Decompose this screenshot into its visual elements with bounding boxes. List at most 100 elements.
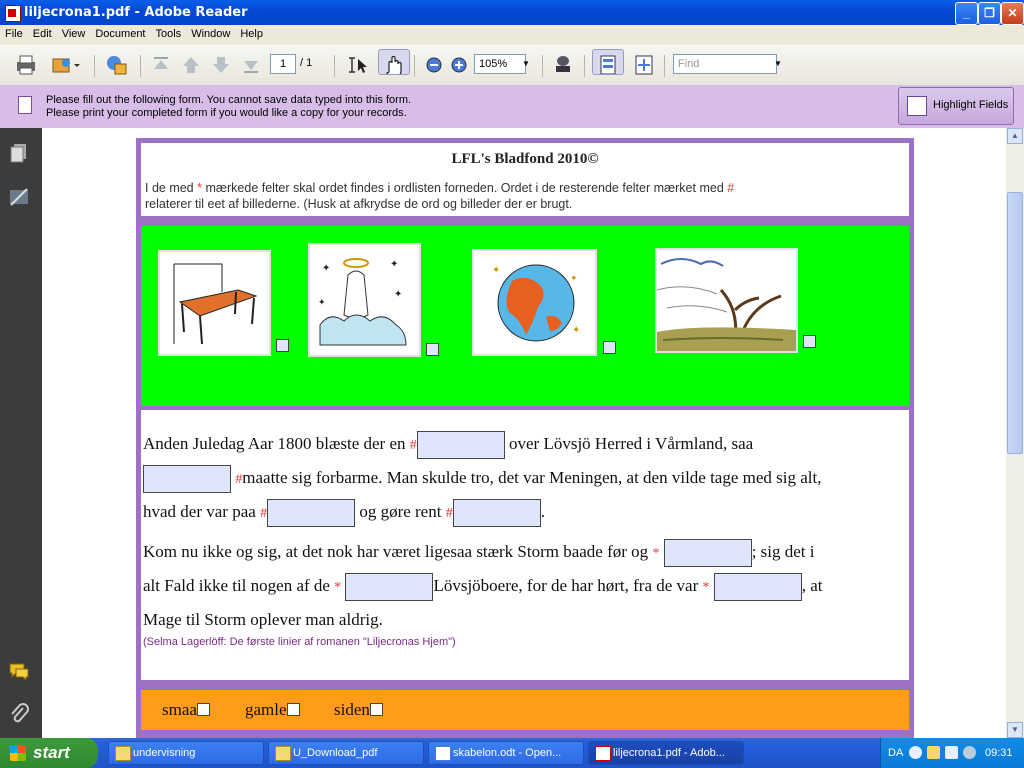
task-u-download[interactable]: U_Download_pdf	[268, 741, 424, 765]
folder-icon	[275, 746, 291, 761]
para2-text-1: Kom nu ikke og sig, at det nok har været…	[143, 542, 653, 561]
pages-icon[interactable]	[8, 142, 30, 164]
task-label: undervisning	[133, 747, 196, 759]
taskbar: start undervisning U_Download_pdf skabel…	[0, 738, 1024, 768]
highlight-fields-icon	[907, 96, 927, 116]
form-instructions: I de med * mærkede felter skal ordet fin…	[145, 180, 905, 212]
hash-marker: #	[445, 506, 453, 521]
blank-field-3[interactable]	[267, 499, 356, 528]
select-text-icon[interactable]	[346, 53, 370, 77]
task-label: skabelon.odt - Open...	[453, 747, 562, 759]
table-picture-checkbox[interactable]	[276, 339, 289, 352]
task-undervisning[interactable]: undervisning	[108, 741, 264, 765]
network-icon[interactable]	[927, 746, 940, 759]
menu-tools[interactable]: Tools	[151, 25, 187, 40]
print-icon[interactable]	[14, 53, 38, 77]
form-icon	[18, 96, 32, 114]
help-icon[interactable]	[909, 746, 922, 759]
scrollbar-thumb[interactable]	[1007, 192, 1023, 454]
task-skabelon[interactable]: skabelon.odt - Open...	[428, 741, 584, 765]
zoom-level-select[interactable]: 105%	[474, 54, 526, 74]
toolbar: 1 / 1 105% ▼ Find ▼	[0, 45, 1024, 86]
zoom-in-icon[interactable]	[449, 53, 469, 77]
zoom-out-icon[interactable]	[424, 53, 444, 77]
restore-button[interactable]: ❐	[978, 2, 1001, 25]
angel-picture: ✦ ✦ ✦ ✦	[308, 243, 421, 357]
form-header: LFL's Bladfond 2010© I de med * mærkede …	[141, 143, 909, 216]
window-title: liljecrona1.pdf - Adobe Reader	[24, 5, 248, 20]
para1-text-4: hvad der var paa	[143, 502, 261, 521]
story-paragraph-2: Kom nu ikke og sig, at det nok har været…	[143, 536, 907, 636]
word-checkbox-siden[interactable]	[369, 703, 383, 716]
find-input[interactable]: Find	[673, 54, 777, 74]
storm-picture-checkbox[interactable]	[803, 335, 816, 348]
para2-text-5: , at	[801, 576, 823, 595]
form-message-bar: Please fill out the following form. You …	[0, 85, 1024, 129]
collaborate-icon[interactable]	[104, 53, 130, 77]
vertical-scrollbar[interactable]: ▲ ▼	[1006, 128, 1024, 738]
find-dropdown-icon[interactable]: ▼	[772, 54, 784, 74]
page-number-input[interactable]: 1	[270, 54, 296, 74]
blank-field-5[interactable]	[663, 539, 752, 568]
blank-field-4[interactable]	[452, 499, 541, 528]
page-total: / 1	[300, 57, 313, 69]
windows-logo-icon	[10, 745, 26, 761]
form-message-line2: Please print your completed form if you …	[46, 107, 407, 119]
para1-text-2: over Lövsjö Herred i Vårmland, saa	[504, 434, 754, 453]
menu-window[interactable]: Window	[186, 25, 235, 40]
task-liljecrona[interactable]: liljecrona1.pdf - Adob...	[588, 741, 744, 765]
blank-field-2[interactable]	[143, 465, 231, 494]
start-button[interactable]: start	[0, 738, 98, 768]
form-message-line1: Please fill out the following form. You …	[46, 94, 412, 106]
menu-file[interactable]: File	[0, 25, 28, 40]
svg-text:✦: ✦	[318, 297, 326, 307]
last-page-icon[interactable]	[240, 53, 262, 77]
scroll-up-icon[interactable]: ▲	[1007, 128, 1023, 144]
story-paragraph-1: Anden Juledag Aar 1800 blæste der en # o…	[143, 428, 907, 530]
menu-view[interactable]: View	[57, 25, 91, 40]
blank-field-1[interactable]	[416, 431, 505, 460]
signatures-icon[interactable]	[8, 186, 30, 208]
earth-picture-checkbox[interactable]	[603, 341, 616, 354]
angel-picture-checkbox[interactable]	[426, 343, 439, 356]
earth-illustration: ✦ ✦ ✦	[492, 264, 580, 342]
highlight-fields-label: Highlight Fields	[933, 99, 1009, 111]
next-page-icon[interactable]	[210, 53, 232, 77]
volume-icon[interactable]	[963, 746, 976, 759]
hash-marker: #	[260, 506, 268, 521]
pdf-form: LFL's Bladfond 2010© I de med * mærkede …	[136, 138, 914, 738]
highlight-fields-button[interactable]: Highlight Fields	[898, 87, 1014, 125]
comments-icon[interactable]	[8, 660, 30, 682]
title-bar: liljecrona1.pdf - Adobe Reader _ ❐ ✕	[0, 0, 1024, 25]
word-item-siden: siden	[334, 700, 383, 720]
word-checkbox-smaa[interactable]	[196, 703, 210, 716]
previous-page-icon[interactable]	[180, 53, 202, 77]
menu-edit[interactable]: Edit	[28, 25, 57, 40]
attachments-icon[interactable]	[8, 703, 30, 725]
blank-field-7[interactable]	[713, 573, 802, 602]
menu-help[interactable]: Help	[235, 25, 268, 40]
monitor-icon[interactable]	[945, 746, 958, 759]
email-share-icon[interactable]	[50, 53, 80, 77]
language-indicator[interactable]: DA	[888, 747, 903, 759]
first-page-icon[interactable]	[150, 53, 172, 77]
scroll-down-icon[interactable]: ▼	[1007, 722, 1023, 738]
form-message: Please fill out the following form. You …	[46, 94, 411, 120]
fit-page-icon[interactable]	[632, 53, 656, 77]
hand-tool-icon[interactable]	[378, 49, 410, 75]
menu-document[interactable]: Document	[90, 25, 150, 40]
para2-text-4: Lövsjöboere, for de har hørt, fra de var	[433, 576, 703, 595]
fit-width-icon[interactable]	[592, 49, 624, 75]
para1-text-5: og gøre rent	[355, 502, 446, 521]
word-checkbox-gamle[interactable]	[286, 703, 300, 716]
minimize-button[interactable]: _	[955, 2, 978, 25]
blank-field-6[interactable]	[345, 573, 434, 602]
start-label: start	[33, 743, 70, 762]
zoom-dropdown-icon[interactable]: ▼	[520, 54, 532, 74]
svg-text:✦: ✦	[322, 263, 330, 274]
stamp-tool-icon[interactable]	[552, 53, 574, 77]
close-button[interactable]: ✕	[1001, 2, 1024, 25]
svg-text:✦: ✦	[492, 265, 500, 276]
task-label: liljecrona1.pdf - Adob...	[613, 747, 725, 759]
storm-picture	[655, 248, 798, 353]
